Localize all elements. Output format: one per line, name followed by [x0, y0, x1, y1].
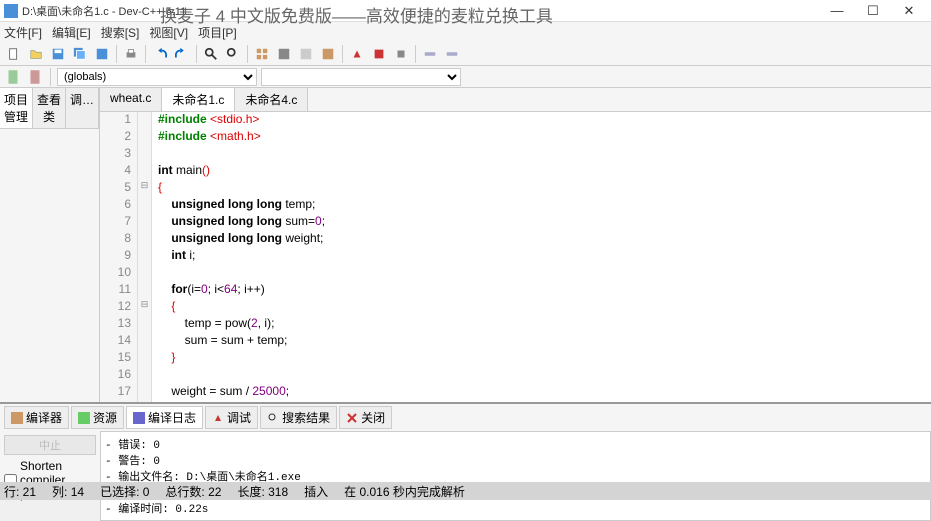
goto-icon[interactable] [26, 68, 44, 86]
run-icon[interactable] [274, 44, 294, 64]
undo-icon[interactable] [150, 44, 170, 64]
app-icon [4, 4, 18, 18]
menu-file[interactable]: 文件[F] [4, 24, 42, 41]
save-as-icon[interactable] [92, 44, 112, 64]
file-tab-2[interactable]: 未命名1.c [162, 88, 235, 111]
btab-resource[interactable]: 资源 [71, 406, 124, 429]
member-selector[interactable] [261, 68, 461, 86]
btab-find[interactable]: 搜索结果 [260, 406, 337, 429]
menu-project[interactable]: 项目[P] [198, 24, 237, 41]
tool-icon[interactable] [420, 44, 440, 64]
compile-log-output[interactable]: - 错误: 0 - 警告: 0 - 输出文件名: D:\桌面\未命名1.exe … [100, 431, 931, 521]
toolbar-main [0, 42, 931, 66]
stop-icon[interactable] [369, 44, 389, 64]
file-tabs: wheat.c 未命名1.c 未命名4.c [100, 88, 931, 112]
status-len: 长度: 318 [237, 483, 288, 500]
status-total: 总行数: 22 [165, 483, 221, 500]
save-all-icon[interactable] [70, 44, 90, 64]
titlebar: D:\桌面\未命名1.c - Dev-C++ 5.11 — ☐ ✕ [0, 0, 931, 22]
file-tab-3[interactable]: 未命名4.c [235, 88, 308, 111]
replace-icon[interactable] [223, 44, 243, 64]
options-icon[interactable] [442, 44, 462, 64]
status-bar: 行: 21 列: 14 已选择: 0 总行数: 22 长度: 318 插入 在 … [0, 482, 931, 500]
open-icon[interactable] [26, 44, 46, 64]
find-icon[interactable] [201, 44, 221, 64]
menubar: 文件[F] 编辑[E] 搜索[S] 视图[V] 项目[P] [0, 22, 931, 42]
redo-icon[interactable] [172, 44, 192, 64]
tab-classes[interactable]: 查看类 [33, 88, 66, 128]
btab-log[interactable]: 编译日志 [126, 406, 203, 429]
save-icon[interactable] [48, 44, 68, 64]
status-done: 在 0.016 秒内完成解析 [344, 483, 465, 500]
menu-search[interactable]: 搜索[S] [101, 24, 140, 41]
status-insert: 插入 [304, 483, 328, 500]
menu-view[interactable]: 视图[V] [149, 24, 188, 41]
minimize-button[interactable]: — [819, 1, 855, 21]
left-panel: 项目管理 查看类 调… [0, 88, 100, 402]
bottom-panel: 编译器 资源 编译日志 调试 搜索结果 关闭 中止 Shorten compil… [0, 402, 931, 482]
new-file-icon[interactable] [4, 44, 24, 64]
rebuild-icon[interactable] [318, 44, 338, 64]
status-sel: 已选择: 0 [100, 483, 149, 500]
toolbar-class: (globals) [0, 66, 931, 88]
compile-run-icon[interactable] [296, 44, 316, 64]
bookmark-icon[interactable] [4, 68, 22, 86]
profile-icon[interactable] [391, 44, 411, 64]
btab-debug[interactable]: 调试 [205, 406, 258, 429]
maximize-button[interactable]: ☐ [855, 1, 891, 21]
status-col: 列: 14 [52, 483, 84, 500]
status-line: 行: 21 [4, 483, 36, 500]
code-editor[interactable]: 1#include <stdio.h> 2#include <math.h> 3… [100, 112, 931, 402]
abort-button[interactable]: 中止 [4, 435, 96, 455]
file-tab-1[interactable]: wheat.c [100, 88, 162, 111]
close-button[interactable]: ✕ [891, 1, 927, 21]
btab-close[interactable]: 关闭 [339, 406, 392, 429]
menu-edit[interactable]: 编辑[E] [52, 24, 91, 41]
btab-compiler[interactable]: 编译器 [4, 406, 69, 429]
compile-icon[interactable] [252, 44, 272, 64]
tab-project[interactable]: 项目管理 [0, 88, 33, 128]
print-icon[interactable] [121, 44, 141, 64]
window-title: D:\桌面\未命名1.c - Dev-C++ 5.11 [22, 3, 819, 19]
debug-icon[interactable] [347, 44, 367, 64]
class-selector[interactable]: (globals) [57, 68, 257, 86]
tab-debug[interactable]: 调… [66, 88, 99, 128]
